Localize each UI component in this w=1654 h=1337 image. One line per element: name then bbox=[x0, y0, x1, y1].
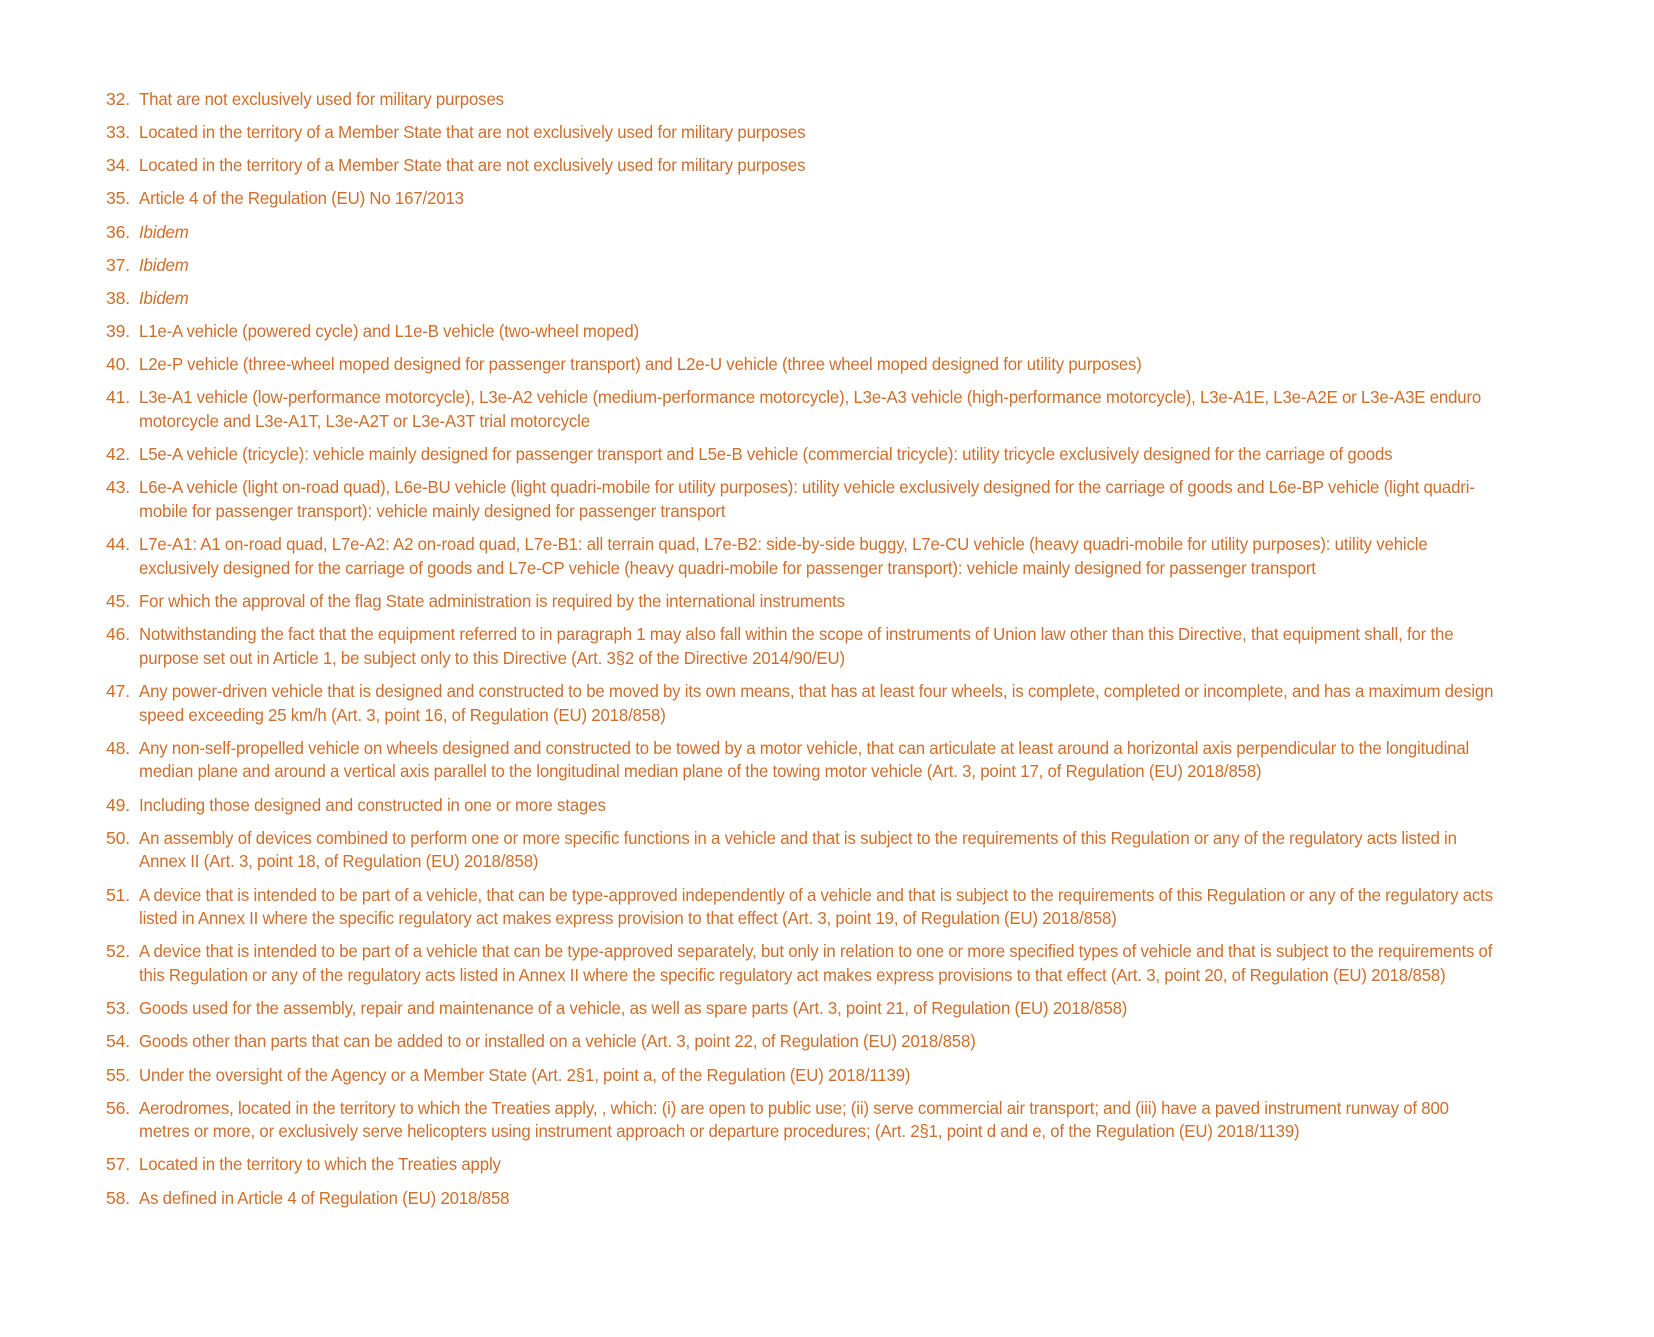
footnote-item: 42. L5e-A vehicle (tricycle): vehicle mai… bbox=[96, 443, 1558, 467]
footnote-text: An assembly of devices combined to perfo… bbox=[139, 827, 1457, 872]
footnote-item: 57. Located in the territory to which the… bbox=[96, 1153, 1558, 1177]
footnote-number: 38. bbox=[105, 287, 130, 308]
footnote-item: 32. That are not exclusively used for mil… bbox=[96, 88, 1558, 112]
footnote-item: 51. A device that is intended to be part … bbox=[96, 884, 1558, 931]
footnote-item: 54. Goods other than parts that can be ad… bbox=[96, 1030, 1558, 1054]
footnote-number: 58. bbox=[105, 1187, 130, 1208]
footnote-number: 46. bbox=[105, 624, 130, 645]
footnote-text: L5e-A vehicle (tricycle): vehicle mainly… bbox=[139, 444, 1393, 465]
footnote-item: 52. A device that is intended to be part … bbox=[96, 940, 1558, 987]
footnote-text: Including those designed and constructed… bbox=[139, 794, 606, 815]
footnote-number: 36. bbox=[105, 221, 130, 242]
footnote-text: Located in the territory of a Member Sta… bbox=[139, 155, 806, 176]
footnote-number: 35. bbox=[105, 188, 130, 209]
footnote-text: A device that is intended to be part of … bbox=[139, 884, 1493, 929]
footnote-number: 44. bbox=[105, 534, 130, 555]
footnote-number: 45. bbox=[105, 591, 130, 611]
footnote-item: 56. Aerodromes, located in the territory … bbox=[96, 1097, 1558, 1144]
footnote-number: 52. bbox=[105, 941, 130, 962]
footnote-number: 47. bbox=[105, 680, 130, 701]
footnote-item: 36. Ibidem bbox=[96, 221, 1558, 245]
footnote-text: Aerodromes, located in the territory to … bbox=[139, 1097, 1449, 1142]
footnote-item: 34. Located in the territory of a Member … bbox=[96, 154, 1558, 178]
footnote-number: 55. bbox=[105, 1064, 130, 1085]
footnote-text: Ibidem bbox=[139, 287, 189, 308]
footnote-text: Notwithstanding the fact that the equipm… bbox=[139, 624, 1454, 668]
footnote-item: 33. Located in the territory of a Member … bbox=[96, 121, 1558, 145]
footnote-item: 39. L1e-A vehicle (powered cycle) and L1e… bbox=[96, 320, 1558, 344]
footnote-number: 41. bbox=[105, 387, 130, 408]
footnote-text: Any power-driven vehicle that is designe… bbox=[139, 680, 1494, 725]
footnote-item: 53. Goods used for the assembly, repair a… bbox=[96, 997, 1558, 1021]
footnote-text: Goods other than parts that can be added… bbox=[139, 1031, 976, 1052]
footnote-text: L6e-A vehicle (light on-road quad), L6e-… bbox=[139, 477, 1475, 522]
footnote-number: 40. bbox=[105, 354, 130, 375]
footnote-item: 44. L7e-A1: A1 on-road quad, L7e-A2: A2 o… bbox=[96, 533, 1558, 580]
footnote-number: 49. bbox=[105, 794, 130, 815]
footnote-number: 39. bbox=[105, 321, 130, 342]
footnote-number: 57. bbox=[105, 1154, 130, 1175]
footnote-item: 37. Ibidem bbox=[96, 254, 1558, 278]
footnote-item: 55. Under the oversight of the Agency or… bbox=[96, 1064, 1558, 1088]
footnote-item: 35. Article 4 of the Regulation (EU) No 1… bbox=[96, 187, 1558, 211]
footnote-number: 48. bbox=[105, 737, 130, 758]
document-page: 32. That are not exclusively used for mil… bbox=[0, 0, 1654, 1337]
footnote-text: A device that is intended to be part of … bbox=[139, 941, 1493, 986]
footnote-text: L2e-P vehicle (three-wheel moped designe… bbox=[139, 354, 1142, 375]
footnote-number: 37. bbox=[105, 254, 130, 275]
footnote-item: 58. As defined in Article 4 of Regulatio… bbox=[96, 1187, 1558, 1211]
footnote-item: 41. L3e-A1 vehicle (low-performance motor… bbox=[96, 386, 1558, 433]
footnote-item: 48. Any non-self-propelled vehicle on whe… bbox=[96, 737, 1558, 784]
footnote-number: 53. bbox=[105, 998, 130, 1019]
footnote-text: Located in the territory of a Member Sta… bbox=[139, 122, 806, 143]
footnote-text: Located in the territory to which the Tr… bbox=[139, 1154, 501, 1175]
footnote-list: 32. That are not exclusively used for mil… bbox=[96, 88, 1558, 1210]
footnote-text: L3e-A1 vehicle (low-performance motorcyc… bbox=[139, 387, 1482, 432]
footnote-text: For which the approval of the flag State… bbox=[139, 591, 845, 611]
footnote-number: 56. bbox=[105, 1097, 130, 1118]
footnote-number: 34. bbox=[105, 155, 130, 176]
footnote-text: L1e-A vehicle (powered cycle) and L1e-B … bbox=[139, 321, 640, 342]
footnote-item: 50. An assembly of devices combined to pe… bbox=[96, 827, 1558, 874]
footnote-text: Goods used for the assembly, repair and … bbox=[139, 998, 1128, 1019]
footnote-item: 45. For which the approval of the flag St… bbox=[96, 590, 1558, 614]
footnote-item: 46. Notwithstanding the fact that the equ… bbox=[96, 623, 1558, 670]
footnote-text: L7e-A1: A1 on-road quad, L7e-A2: A2 on-r… bbox=[139, 534, 1428, 578]
footnote-text: Under the oversight of the Agency or a M… bbox=[139, 1064, 911, 1085]
footnote-number: 32. bbox=[105, 89, 130, 109]
footnote-text: Ibidem bbox=[139, 254, 189, 275]
footnote-item: 43. L6e-A vehicle (light on-road quad), L… bbox=[96, 476, 1558, 523]
footnote-item: 49. Including those designed and construc… bbox=[96, 794, 1558, 818]
footnote-number: 33. bbox=[105, 122, 130, 143]
footnote-text: That are not exclusively used for milita… bbox=[139, 89, 504, 109]
footnote-text: As defined in Article 4 of Regulation (E… bbox=[139, 1187, 510, 1208]
footnote-number: 54. bbox=[105, 1031, 130, 1052]
footnote-number: 51. bbox=[105, 884, 130, 905]
footnote-text: Any non-self-propelled vehicle on wheels… bbox=[139, 737, 1470, 782]
footnote-number: 42. bbox=[105, 444, 130, 465]
footnote-item: 40. L2e-P vehicle (three-wheel moped desi… bbox=[96, 353, 1558, 377]
footnote-item: 38. Ibidem bbox=[96, 287, 1558, 311]
footnote-text: Ibidem bbox=[139, 221, 189, 242]
footnote-text: Article 4 of the Regulation (EU) No 167/… bbox=[139, 188, 464, 209]
footnote-number: 43. bbox=[105, 477, 130, 498]
footnote-item: 47. Any power-driven vehicle that is desi… bbox=[96, 680, 1558, 727]
footnote-number: 50. bbox=[105, 827, 130, 848]
